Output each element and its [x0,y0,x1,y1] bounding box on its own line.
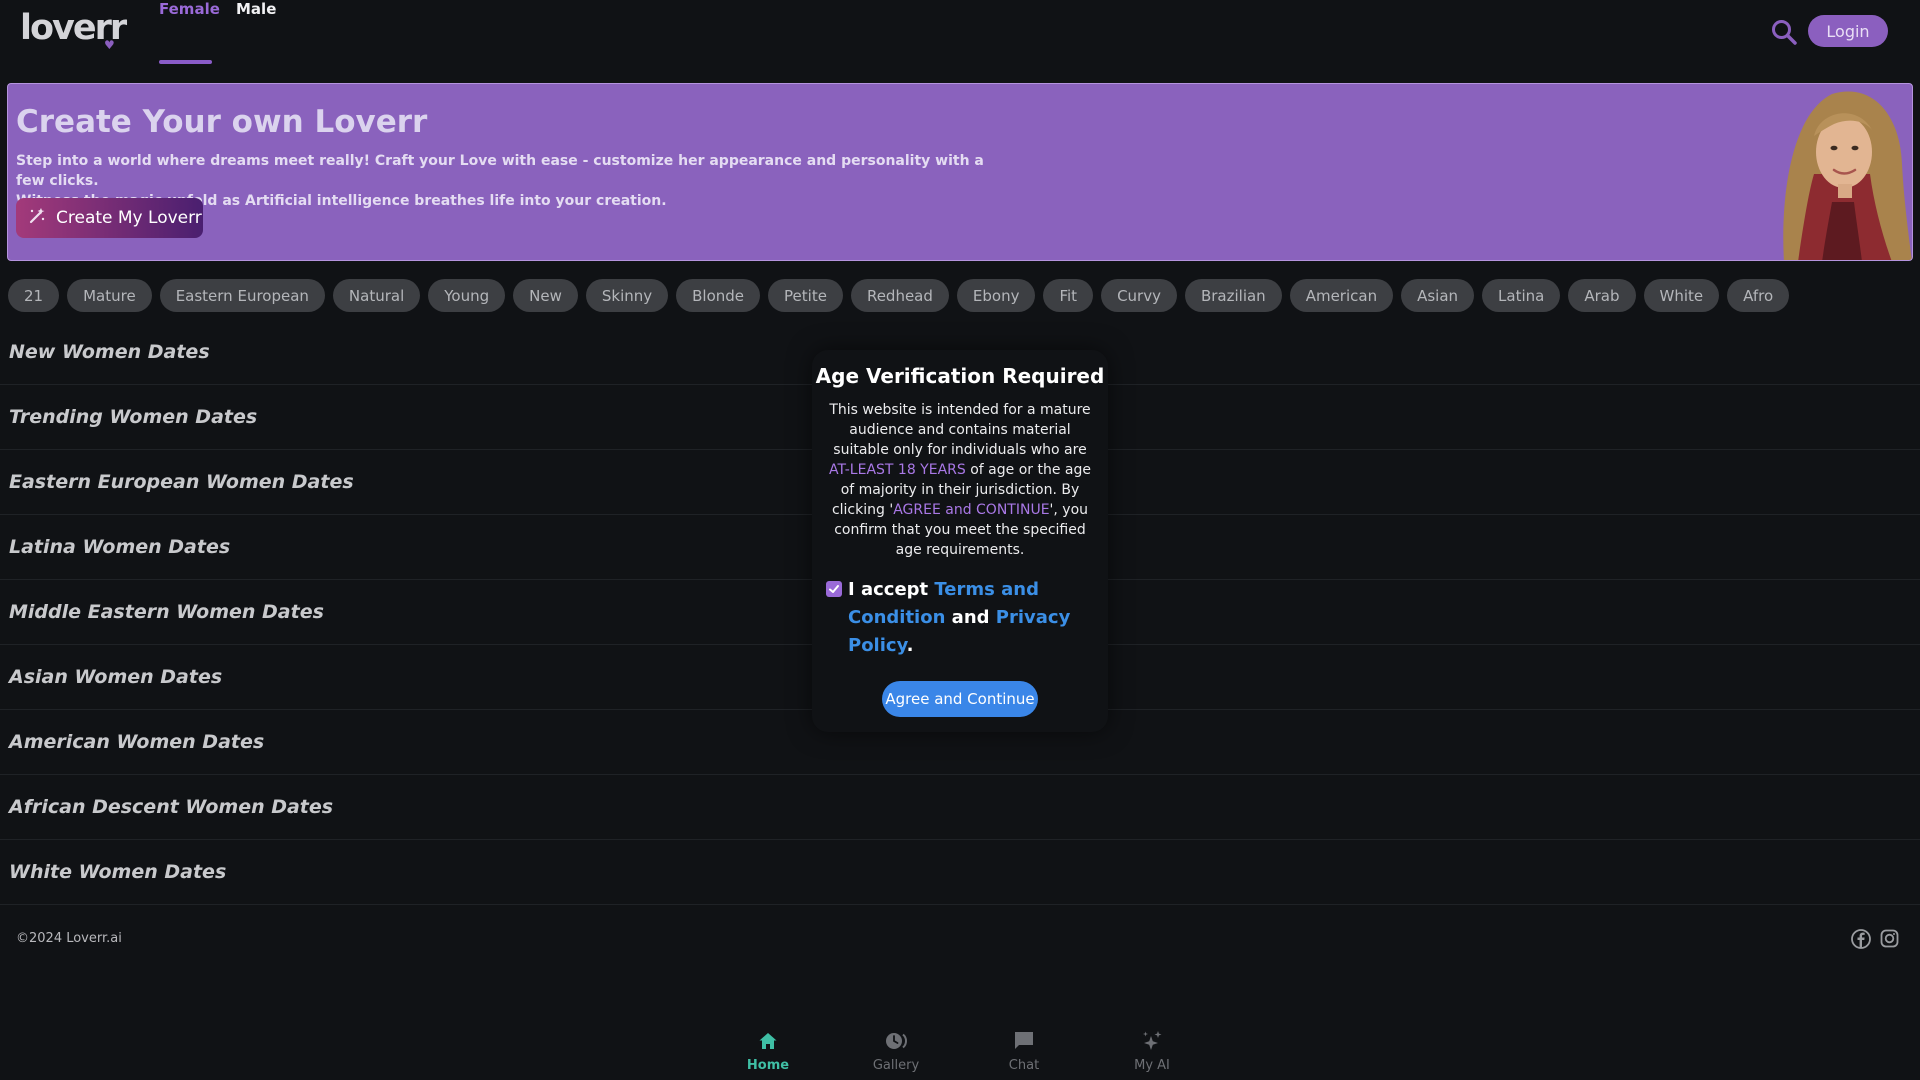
chip-latina[interactable]: Latina [1482,279,1561,312]
section-white-women-dates: White Women Dates [0,840,1920,905]
accept-prefix: I accept [848,579,935,600]
chip-arab[interactable]: Arab [1568,279,1636,312]
login-button[interactable]: Login [1808,15,1888,47]
chip-mature[interactable]: Mature [67,279,152,312]
chip-american[interactable]: American [1289,279,1394,312]
search-icon[interactable] [1770,18,1798,46]
magic-wand-icon [28,207,46,230]
active-tab-indicator [159,60,212,64]
accept-terms-checkbox[interactable] [826,581,842,597]
nav-gallery-label: Gallery [872,1058,920,1073]
chip-blonde[interactable]: Blonde [676,279,761,312]
chip-21[interactable]: 21 [8,279,60,312]
chat-icon [1013,1030,1035,1056]
facebook-icon[interactable] [1851,929,1871,949]
create-my-loverr-button[interactable]: Create My Loverr [16,198,203,238]
banner-portrait-image [1762,84,1912,260]
section-african-descent-women-dates: African Descent Women Dates [0,775,1920,840]
chip-afro[interactable]: Afro [1727,279,1790,312]
banner-title: Create Your own Loverr [16,104,428,140]
nav-home-label: Home [746,1058,790,1073]
checkmark-icon [829,585,839,593]
sparkle-icon [1141,1030,1163,1056]
accept-terms-text: I accept Terms and Condition and Privacy… [848,576,1094,660]
chip-asian[interactable]: Asian [1401,279,1475,312]
tab-male[interactable]: Male [236,0,276,18]
chip-petite[interactable]: Petite [768,279,843,312]
top-header: loverr ♥ Female Male Login [0,0,1920,72]
chip-redhead[interactable]: Redhead [850,279,949,312]
section-title: American Women Dates [9,731,265,753]
accept-mid: and [945,607,996,628]
nav-home[interactable]: Home [728,1030,808,1073]
gallery-icon [883,1030,909,1056]
accept-terms-row: I accept Terms and Condition and Privacy… [826,576,1094,660]
chip-young[interactable]: Young [428,279,506,312]
logo-heart-icon: ♥ [104,38,115,52]
chip-fit[interactable]: Fit [1043,279,1094,312]
accept-suffix: . [906,635,914,656]
chip-ebony[interactable]: Ebony [956,279,1036,312]
filter-chips: 21 Mature Eastern European Natural Young… [8,279,1790,313]
agree-and-continue-button[interactable]: Agree and Continue [882,681,1038,717]
section-title: Asian Women Dates [9,666,223,688]
copyright-text: ©2024 Loverr.ai [16,931,122,946]
section-title: Eastern European Women Dates [9,471,354,493]
chip-natural[interactable]: Natural [332,279,421,312]
chip-brazilian[interactable]: Brazilian [1184,279,1282,312]
modal-body-text-1: This website is intended for a mature au… [829,402,1091,458]
bottom-navigation: Home Gallery Chat My AI [0,1020,1920,1080]
agree-continue-highlight: AGREE and CONTINUE [893,502,1050,518]
nav-gallery[interactable]: Gallery [856,1030,936,1073]
create-loverr-banner: Create Your own Loverr Step into a world… [7,83,1913,261]
nav-my-ai[interactable]: My AI [1112,1030,1192,1073]
chip-eastern-european[interactable]: Eastern European [159,279,325,312]
create-button-label: Create My Loverr [56,208,202,228]
chip-new[interactable]: New [513,279,578,312]
banner-description-line-1: Step into a world where dreams meet real… [16,153,984,189]
age-verification-modal: Age Verification Required This website i… [812,350,1108,732]
chip-skinny[interactable]: Skinny [585,279,669,312]
chip-white[interactable]: White [1643,279,1720,312]
section-title: Latina Women Dates [9,536,231,558]
instagram-icon[interactable] [1880,929,1899,948]
tab-female[interactable]: Female [159,0,220,18]
section-title: African Descent Women Dates [9,796,334,818]
chip-curvy[interactable]: Curvy [1101,279,1177,312]
section-title: Trending Women Dates [9,406,258,428]
modal-body: This website is intended for a mature au… [826,400,1094,560]
nav-chat[interactable]: Chat [984,1030,1064,1073]
nav-chat-label: Chat [1008,1058,1040,1073]
nav-my-ai-label: My AI [1134,1058,1170,1073]
section-title: White Women Dates [9,861,227,883]
modal-title: Age Verification Required [815,364,1105,388]
section-title: New Women Dates [9,341,210,363]
section-title: Middle Eastern Women Dates [9,601,324,623]
age-requirement-highlight: AT-LEAST 18 YEARS [829,462,966,478]
home-icon [757,1030,779,1056]
